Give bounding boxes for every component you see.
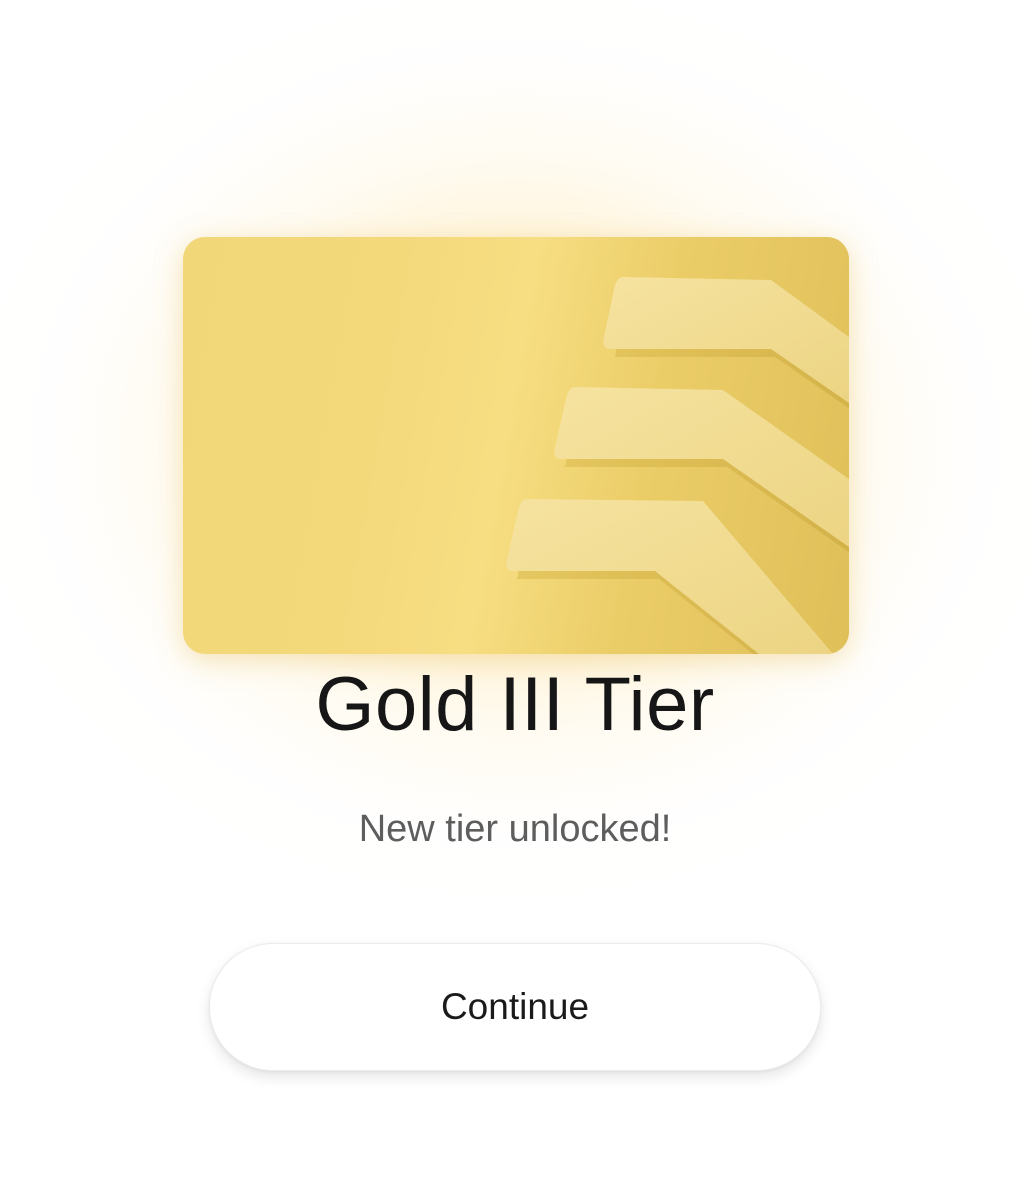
- continue-button[interactable]: Continue: [209, 943, 821, 1071]
- chevron-stack-icon: [506, 277, 849, 654]
- continue-button-label: Continue: [440, 986, 590, 1027]
- tier-title: Gold III Tier: [315, 662, 715, 747]
- tier-card: [183, 237, 849, 654]
- tier-unlocked-message: New tier unlocked!: [358, 808, 672, 850]
